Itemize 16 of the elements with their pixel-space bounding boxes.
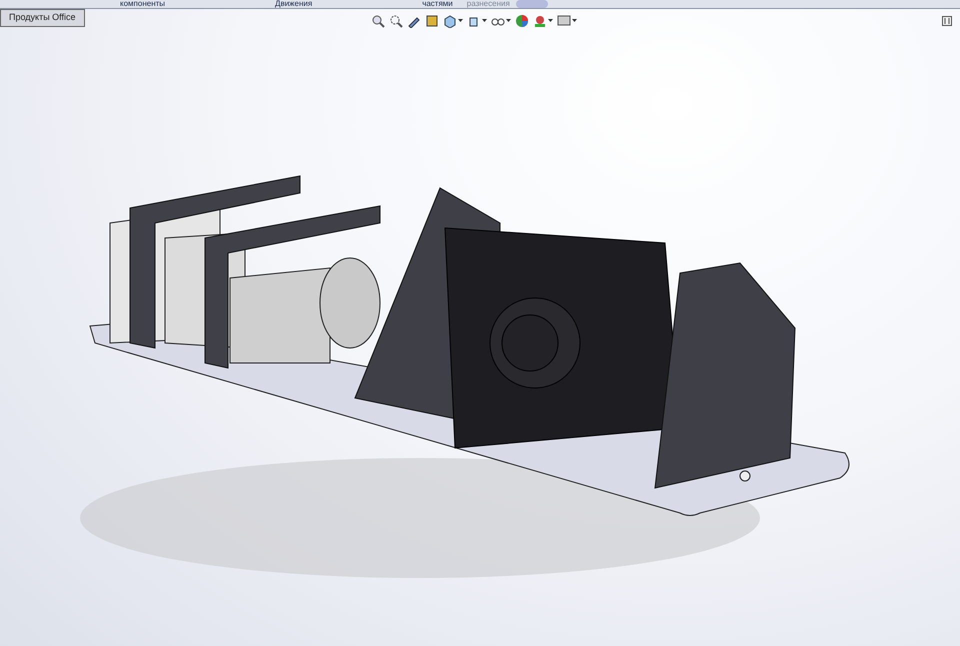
cube-icon[interactable] xyxy=(442,14,457,28)
section-icon[interactable] xyxy=(424,14,439,28)
caret-icon[interactable] xyxy=(458,19,463,23)
caret-icon[interactable] xyxy=(482,19,487,23)
monitor-icon[interactable] xyxy=(556,14,571,28)
window-toggle-icon[interactable] xyxy=(942,16,952,26)
caret-icon[interactable] xyxy=(506,19,511,23)
color-ball-icon[interactable] xyxy=(514,14,529,28)
ribbon-label[interactable]: компоненты xyxy=(120,0,166,8)
zoom-icon[interactable] xyxy=(370,14,385,28)
zoom-area-icon[interactable] xyxy=(388,14,403,28)
caret-icon[interactable] xyxy=(548,19,553,23)
tab[interactable]: Продукты Office xyxy=(0,9,85,26)
ribbon-label[interactable]: частями xyxy=(422,0,453,8)
caret-icon[interactable] xyxy=(572,19,577,23)
ribbon-label[interactable]: Движения xyxy=(275,0,312,8)
